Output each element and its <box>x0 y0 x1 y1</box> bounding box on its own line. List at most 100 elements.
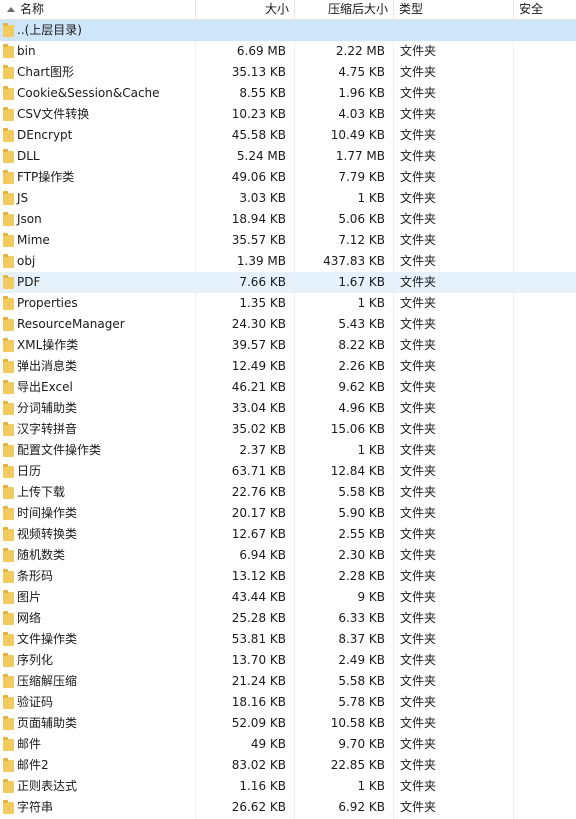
type-cell: 文件夹 <box>400 317 437 331</box>
compressed-cell: 5.78 KB <box>338 695 385 709</box>
sort-ascending-icon <box>7 7 15 12</box>
folder-row[interactable]: 邮件 49 KB 9.70 KB 文件夹 <box>0 734 576 755</box>
folder-icon <box>3 338 14 352</box>
folder-name: 随机数类 <box>17 548 66 562</box>
folder-row[interactable]: 邮件2 83.02 KB 22.85 KB 文件夹 <box>0 755 576 776</box>
folder-icon <box>3 359 14 373</box>
size-cell: 12.49 KB <box>231 359 286 373</box>
compressed-cell: 5.58 KB <box>338 485 385 499</box>
folder-icon <box>3 632 14 646</box>
security-cell <box>514 482 576 503</box>
name-cell: bin <box>0 41 196 62</box>
size-cell: 53.81 KB <box>231 632 286 646</box>
folder-row[interactable]: 字符串 26.62 KB 6.92 KB 文件夹 <box>0 797 576 818</box>
size-cell: 13.12 KB <box>231 569 286 583</box>
security-cell <box>514 188 576 209</box>
security-cell <box>514 335 576 356</box>
folder-row[interactable]: Json 18.94 KB 5.06 KB 文件夹 <box>0 209 576 230</box>
folder-name: DEncrypt <box>17 128 73 142</box>
security-cell <box>514 230 576 251</box>
folder-row[interactable]: 序列化 13.70 KB 2.49 KB 文件夹 <box>0 650 576 671</box>
folder-row[interactable]: JS 3.03 KB 1 KB 文件夹 <box>0 188 576 209</box>
column-header-compressed-size[interactable]: 压缩后大小 <box>295 0 394 19</box>
compressed-cell: 1.67 KB <box>338 275 385 289</box>
compressed-cell: 1 KB <box>357 443 385 457</box>
name-cell: 时间操作类 <box>0 503 196 524</box>
name-cell: 导出Excel <box>0 377 196 398</box>
compressed-cell: 10.49 KB <box>330 128 385 142</box>
folder-row[interactable]: 网络 25.28 KB 6.33 KB 文件夹 <box>0 608 576 629</box>
folder-icon <box>3 401 14 415</box>
folder-row[interactable]: CSV文件转换 10.23 KB 4.03 KB 文件夹 <box>0 104 576 125</box>
folder-row[interactable]: 条形码 13.12 KB 2.28 KB 文件夹 <box>0 566 576 587</box>
folder-row[interactable]: ResourceManager 24.30 KB 5.43 KB 文件夹 <box>0 314 576 335</box>
folder-row[interactable]: 弹出消息类 12.49 KB 2.26 KB 文件夹 <box>0 356 576 377</box>
folder-row[interactable]: 日历 63.71 KB 12.84 KB 文件夹 <box>0 461 576 482</box>
folder-row[interactable]: 分词辅助类 33.04 KB 4.96 KB 文件夹 <box>0 398 576 419</box>
folder-name: 导出Excel <box>17 380 73 394</box>
name-cell: 配置文件操作类 <box>0 440 196 461</box>
compressed-cell: 5.90 KB <box>338 506 385 520</box>
name-cell: obj <box>0 251 196 272</box>
size-cell: 24.30 KB <box>231 317 286 331</box>
folder-icon <box>3 527 14 541</box>
folder-icon <box>3 233 14 247</box>
folder-row[interactable]: 随机数类 6.94 KB 2.30 KB 文件夹 <box>0 545 576 566</box>
folder-row[interactable]: XML操作类 39.57 KB 8.22 KB 文件夹 <box>0 335 576 356</box>
size-cell <box>196 20 295 41</box>
name-cell: 上传下载 <box>0 482 196 503</box>
parent-directory-cell: ..(上层目录) <box>0 20 196 41</box>
folder-row[interactable]: 压缩解压缩 21.24 KB 5.58 KB 文件夹 <box>0 671 576 692</box>
folder-row[interactable]: DEncrypt 45.58 KB 10.49 KB 文件夹 <box>0 125 576 146</box>
column-header-name[interactable]: 名称 <box>0 0 196 19</box>
folder-name: 配置文件操作类 <box>17 443 102 457</box>
compressed-cell: 6.92 KB <box>338 800 385 814</box>
column-header-type[interactable]: 类型 <box>394 0 514 19</box>
folder-row[interactable]: Properties 1.35 KB 1 KB 文件夹 <box>0 293 576 314</box>
folder-name: 汉字转拼音 <box>17 422 78 436</box>
compressed-cell <box>295 20 394 41</box>
size-cell: 7.66 KB <box>239 275 286 289</box>
folder-row[interactable]: Cookie&Session&Cache 8.55 KB 1.96 KB 文件夹 <box>0 83 576 104</box>
folder-row[interactable]: 图片 43.44 KB 9 KB 文件夹 <box>0 587 576 608</box>
type-cell: 文件夹 <box>400 191 437 205</box>
name-cell: 日历 <box>0 461 196 482</box>
column-header-security[interactable]: 安全 <box>514 0 576 19</box>
compressed-cell: 5.43 KB <box>338 317 385 331</box>
folder-row[interactable]: 上传下载 22.76 KB 5.58 KB 文件夹 <box>0 482 576 503</box>
compressed-cell: 12.84 KB <box>330 464 385 478</box>
size-cell: 21.24 KB <box>231 674 286 688</box>
folder-row[interactable]: 验证码 18.16 KB 5.78 KB 文件夹 <box>0 692 576 713</box>
type-cell: 文件夹 <box>400 464 437 478</box>
size-cell: 6.94 KB <box>239 548 286 562</box>
folder-row[interactable]: bin 6.69 MB 2.22 MB 文件夹 <box>0 41 576 62</box>
folder-row[interactable]: 汉字转拼音 35.02 KB 15.06 KB 文件夹 <box>0 419 576 440</box>
compressed-cell: 2.55 KB <box>338 527 385 541</box>
folder-row[interactable]: 视频转换类 12.67 KB 2.55 KB 文件夹 <box>0 524 576 545</box>
folder-row[interactable]: 文件操作类 53.81 KB 8.37 KB 文件夹 <box>0 629 576 650</box>
folder-row[interactable]: 导出Excel 46.21 KB 9.62 KB 文件夹 <box>0 377 576 398</box>
folder-row[interactable]: PDF 7.66 KB 1.67 KB 文件夹 <box>0 272 576 293</box>
folder-name: 页面辅助类 <box>17 716 78 730</box>
folder-row[interactable]: 页面辅助类 52.09 KB 10.58 KB 文件夹 <box>0 713 576 734</box>
folder-row[interactable]: 时间操作类 20.17 KB 5.90 KB 文件夹 <box>0 503 576 524</box>
folder-row[interactable]: DLL 5.24 MB 1.77 MB 文件夹 <box>0 146 576 167</box>
folder-name: bin <box>17 44 36 58</box>
size-cell: 22.76 KB <box>231 485 286 499</box>
folder-name: 视频转换类 <box>17 527 78 541</box>
folder-row[interactable]: Mime 35.57 KB 7.12 KB 文件夹 <box>0 230 576 251</box>
folder-icon <box>3 716 14 730</box>
security-cell <box>514 146 576 167</box>
column-header-size[interactable]: 大小 <box>196 0 295 19</box>
folder-row[interactable]: 配置文件操作类 2.37 KB 1 KB 文件夹 <box>0 440 576 461</box>
folder-icon <box>3 485 14 499</box>
folder-row[interactable]: obj 1.39 MB 437.83 KB 文件夹 <box>0 251 576 272</box>
folder-row[interactable]: FTP操作类 49.06 KB 7.79 KB 文件夹 <box>0 167 576 188</box>
compressed-cell: 6.33 KB <box>338 611 385 625</box>
folder-row[interactable]: 正则表达式 1.16 KB 1 KB 文件夹 <box>0 776 576 797</box>
type-cell: 文件夹 <box>400 65 437 79</box>
parent-directory-row[interactable]: ..(上层目录) <box>0 20 576 41</box>
folder-row[interactable]: Chart图形 35.13 KB 4.75 KB 文件夹 <box>0 62 576 83</box>
folder-name: XML操作类 <box>17 338 79 352</box>
folder-name: JS <box>17 191 29 205</box>
